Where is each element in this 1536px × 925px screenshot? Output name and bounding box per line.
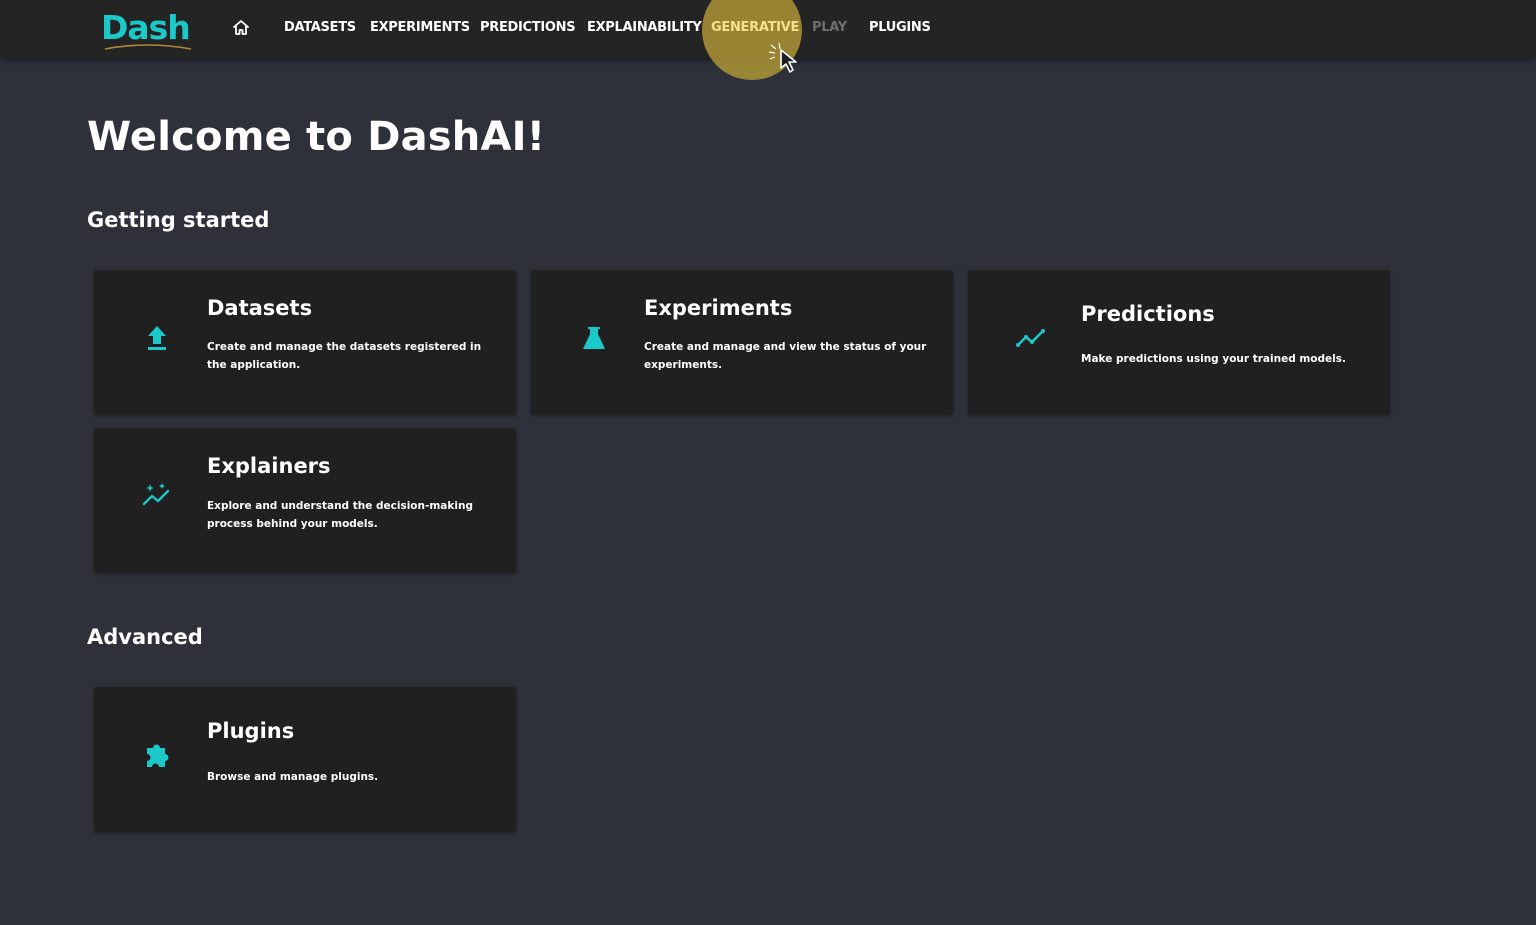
- card-description: Make predictions using your trained mode…: [1081, 353, 1346, 365]
- home-icon[interactable]: [231, 18, 251, 38]
- nav-plugins[interactable]: PLUGINS: [869, 19, 931, 37]
- dash-logo[interactable]: Dash: [101, 8, 197, 50]
- advanced-heading: Advanced: [87, 625, 203, 649]
- puzzle-icon: [147, 744, 169, 767]
- nav-predictions[interactable]: PREDICTIONS: [480, 19, 576, 37]
- card-title: Experiments: [644, 296, 793, 320]
- mouse-pointer-icon: [768, 42, 797, 73]
- nav-play: PLAY: [812, 20, 847, 35]
- getting-started-heading: Getting started: [87, 208, 270, 232]
- page-title: Welcome to DashAI!: [87, 114, 546, 160]
- nav-explainability[interactable]: EXPLAINABILITY: [587, 19, 702, 37]
- card-description: Create and manage the datasets registere…: [207, 341, 482, 371]
- card-description: Explore and understand the decision-maki…: [207, 500, 473, 530]
- sparkle-chart-icon: [142, 483, 170, 506]
- logo-swoosh-icon: [104, 44, 192, 50]
- card-title: Explainers: [207, 454, 331, 478]
- flask-icon: [583, 327, 605, 349]
- card-description: Create and manage and view the status of…: [644, 341, 927, 371]
- predictions-card[interactable]: Predictions Make predictions using your …: [968, 270, 1390, 415]
- nav-experiments[interactable]: EXPERIMENTS: [370, 19, 470, 37]
- explainers-card[interactable]: Explainers Explore and understand the de…: [94, 428, 516, 573]
- card-title: Datasets: [207, 296, 313, 320]
- experiments-card[interactable]: Experiments Create and manage and view t…: [531, 270, 953, 415]
- datasets-card[interactable]: Datasets Create and manage the datasets …: [94, 270, 516, 415]
- logo-text: Dash: [101, 8, 191, 47]
- card-title: Predictions: [1081, 302, 1215, 326]
- top-navigation-bar: Dash DATASETS EXPERIMENTS PREDICTIONS EX…: [0, 0, 1536, 80]
- upload-icon: [148, 326, 166, 350]
- nav-datasets[interactable]: DATASETS: [284, 19, 356, 37]
- trending-line-icon: [1016, 329, 1045, 347]
- card-title: Plugins: [207, 719, 295, 743]
- plugins-card[interactable]: Plugins Browse and manage plugins.: [94, 687, 516, 832]
- nav-generative[interactable]: GENERATIVE: [711, 19, 799, 37]
- card-description: Browse and manage plugins.: [207, 771, 379, 783]
